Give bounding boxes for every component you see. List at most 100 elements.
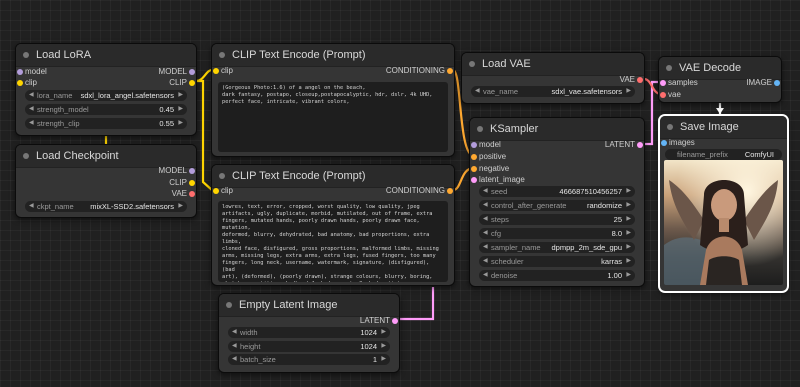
- left-arrow-icon[interactable]: ◀: [232, 341, 237, 352]
- model-socket-icon[interactable]: [17, 69, 23, 75]
- ckpt-name-widget[interactable]: ◀ ckpt_name mixXL-SSD2.safetensors ▶: [25, 201, 187, 212]
- save-image-input-images[interactable]: images: [661, 138, 695, 148]
- save-image-title[interactable]: Save Image: [660, 116, 787, 139]
- conditioning-socket-icon[interactable]: [471, 166, 477, 172]
- collapse-dot-icon[interactable]: [667, 124, 673, 130]
- vae-decode-input-vae[interactable]: vae: [660, 90, 681, 100]
- image-socket-icon[interactable]: [661, 140, 667, 146]
- right-arrow-icon[interactable]: ▶: [178, 104, 183, 115]
- vae-decode-node[interactable]: VAE Decode samples vae IMAGE: [658, 56, 782, 103]
- clip-positive-input[interactable]: clip: [213, 66, 233, 76]
- clip-socket-icon[interactable]: [189, 80, 195, 86]
- conditioning-socket-icon[interactable]: [447, 188, 453, 194]
- left-arrow-icon[interactable]: ◀: [483, 242, 488, 253]
- load-lora-title[interactable]: Load LoRA: [16, 44, 196, 67]
- negative-prompt-textarea[interactable]: lowres, text, error, cropped, worst qual…: [218, 201, 448, 282]
- vae-decode-title[interactable]: VAE Decode: [659, 57, 781, 80]
- collapse-dot-icon[interactable]: [666, 65, 672, 71]
- left-arrow-icon[interactable]: ◀: [483, 200, 488, 211]
- vae-socket-icon[interactable]: [637, 77, 643, 83]
- right-arrow-icon[interactable]: ▶: [381, 341, 386, 352]
- image-socket-icon[interactable]: [774, 80, 780, 86]
- clip-negative-input[interactable]: clip: [213, 186, 233, 196]
- collapse-dot-icon[interactable]: [219, 173, 225, 179]
- latent-socket-icon[interactable]: [471, 177, 477, 183]
- load-vae-output[interactable]: VAE: [620, 75, 643, 85]
- right-arrow-icon[interactable]: ▶: [626, 228, 631, 239]
- empty-latent-output[interactable]: LATENT: [360, 316, 398, 326]
- checkpoint-output-clip[interactable]: CLIP: [169, 178, 195, 188]
- vae-decode-output-image[interactable]: IMAGE: [746, 78, 780, 88]
- ksampler-input-model[interactable]: model: [471, 140, 501, 150]
- lora-name-widget[interactable]: ◀ lora_name sdxl_lora_angel.safetensors ▶: [25, 90, 187, 101]
- ksampler-output-latent[interactable]: LATENT: [605, 140, 643, 150]
- latent-socket-icon[interactable]: [660, 80, 666, 86]
- left-arrow-icon[interactable]: ◀: [483, 270, 488, 281]
- collapse-dot-icon[interactable]: [23, 52, 29, 58]
- ksampler-input-negative[interactable]: negative: [471, 164, 509, 174]
- strength-model-widget[interactable]: ◀ strength_model 0.45 ▶: [25, 104, 187, 115]
- collapse-dot-icon[interactable]: [23, 153, 29, 159]
- load-vae-node[interactable]: Load VAE VAE ◀ vae_name sdxl_vae.safetenso…: [461, 52, 645, 104]
- load-vae-title[interactable]: Load VAE: [462, 53, 644, 76]
- left-arrow-icon[interactable]: ◀: [29, 201, 34, 212]
- left-arrow-icon[interactable]: ◀: [483, 256, 488, 267]
- right-arrow-icon[interactable]: ▶: [626, 256, 631, 267]
- model-socket-icon[interactable]: [471, 142, 477, 148]
- width-widget[interactable]: ◀ width 1024 ▶: [228, 327, 390, 338]
- ksampler-node[interactable]: KSampler model positive negative latent_…: [469, 117, 645, 287]
- left-arrow-icon[interactable]: ◀: [483, 228, 488, 239]
- scheduler-widget[interactable]: ◀ scheduler karras ▶: [479, 256, 635, 267]
- batch-size-widget[interactable]: ◀ batch_size 1 ▶: [228, 354, 390, 365]
- load-checkpoint-title[interactable]: Load Checkpoint: [16, 145, 196, 168]
- latent-socket-icon[interactable]: [392, 318, 398, 324]
- vae-name-widget[interactable]: ◀ vae_name sdxl_vae.safetensors ▶: [471, 86, 635, 97]
- vae-socket-icon[interactable]: [189, 191, 195, 197]
- empty-latent-node[interactable]: Empty Latent Image LATENT ◀ width 1024 ▶ ◀ h…: [218, 293, 400, 373]
- control-after-generate-widget[interactable]: ◀ control_after_generate randomize ▶: [479, 200, 635, 211]
- lora-output-clip[interactable]: CLIP: [169, 78, 195, 88]
- left-arrow-icon[interactable]: ◀: [483, 214, 488, 225]
- collapse-dot-icon[interactable]: [477, 126, 483, 132]
- ksampler-input-latent[interactable]: latent_image: [471, 175, 525, 185]
- right-arrow-icon[interactable]: ▶: [178, 90, 183, 101]
- right-arrow-icon[interactable]: ▶: [626, 186, 631, 197]
- latent-socket-icon[interactable]: [637, 142, 643, 148]
- strength-clip-widget[interactable]: ◀ strength_clip 0.55 ▶: [25, 118, 187, 129]
- right-arrow-icon[interactable]: ▶: [178, 201, 183, 212]
- empty-latent-title[interactable]: Empty Latent Image: [219, 294, 399, 317]
- lora-input-model[interactable]: model: [17, 67, 47, 77]
- vae-socket-icon[interactable]: [660, 92, 666, 98]
- ksampler-title[interactable]: KSampler: [470, 118, 644, 141]
- collapse-dot-icon[interactable]: [219, 52, 225, 58]
- right-arrow-icon[interactable]: ▶: [178, 118, 183, 129]
- clip-positive-title[interactable]: CLIP Text Encode (Prompt): [212, 44, 454, 67]
- conditioning-socket-icon[interactable]: [471, 154, 477, 160]
- clip-positive-output[interactable]: CONDITIONING: [386, 66, 453, 76]
- left-arrow-icon[interactable]: ◀: [29, 104, 34, 115]
- right-arrow-icon[interactable]: ▶: [626, 214, 631, 225]
- right-arrow-icon[interactable]: ▶: [381, 327, 386, 338]
- right-arrow-icon[interactable]: ▶: [626, 200, 631, 211]
- checkpoint-output-model[interactable]: MODEL: [159, 166, 195, 176]
- vae-decode-input-samples[interactable]: samples: [660, 78, 698, 88]
- ksampler-input-positive[interactable]: positive: [471, 152, 506, 162]
- save-image-node[interactable]: Save Image images filename_prefix ComfyUI: [659, 115, 788, 292]
- sampler-name-widget[interactable]: ◀ sampler_name dpmpp_2m_sde_gpu ▶: [479, 242, 635, 253]
- filename-prefix-widget[interactable]: filename_prefix ComfyUI: [665, 149, 782, 160]
- clip-socket-icon[interactable]: [189, 180, 195, 186]
- seed-widget[interactable]: ◀ seed 466687510456257 ▶: [479, 186, 635, 197]
- model-socket-icon[interactable]: [189, 168, 195, 174]
- clip-negative-output[interactable]: CONDITIONING: [386, 186, 453, 196]
- right-arrow-icon[interactable]: ▶: [381, 354, 386, 365]
- generated-image-preview[interactable]: [664, 160, 783, 285]
- clip-socket-icon[interactable]: [17, 80, 23, 86]
- clip-encode-positive-node[interactable]: CLIP Text Encode (Prompt) clip CONDITION…: [211, 43, 455, 157]
- steps-widget[interactable]: ◀ steps 25 ▶: [479, 214, 635, 225]
- load-checkpoint-node[interactable]: Load Checkpoint MODEL CLIP VAE ◀ ckpt_nam…: [15, 144, 197, 218]
- collapse-dot-icon[interactable]: [469, 61, 475, 67]
- left-arrow-icon[interactable]: ◀: [483, 186, 488, 197]
- left-arrow-icon[interactable]: ◀: [29, 118, 34, 129]
- denoise-widget[interactable]: ◀ denoise 1.00 ▶: [479, 270, 635, 281]
- checkpoint-output-vae[interactable]: VAE: [172, 189, 195, 199]
